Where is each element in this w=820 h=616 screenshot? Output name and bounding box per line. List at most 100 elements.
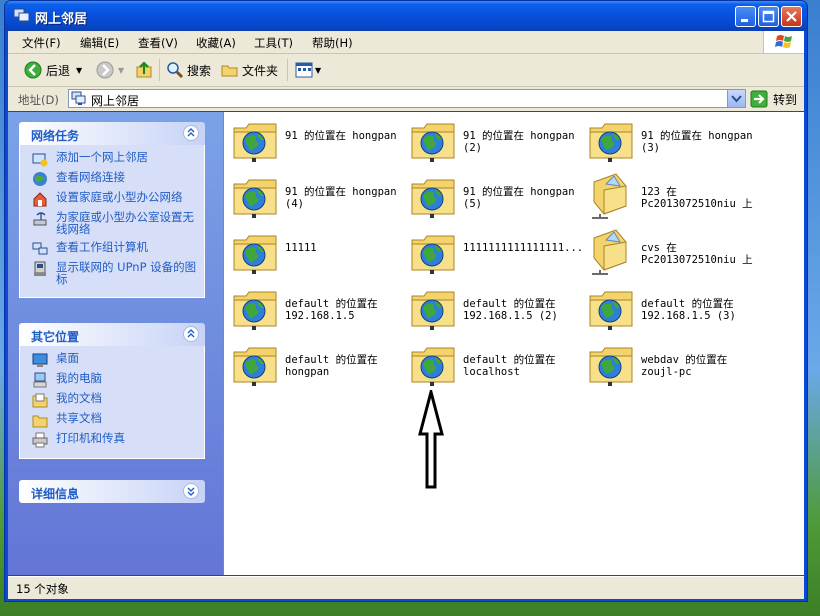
file-item[interactable]: default 的位置在 192.168.1.5 (3) [586,284,761,334]
place-my-documents[interactable]: 我的文档 [20,392,204,408]
back-button[interactable]: 后退 ▼ [24,60,82,80]
folders-label: 文件夹 [242,63,279,78]
task-view-network-connections[interactable]: 查看网络连接 [20,171,204,186]
address-field[interactable]: 网上邻居 [68,89,746,108]
file-item-label: 91 的位置在 hongpan (5) [463,186,581,210]
file-item-label: 123 在 Pc2013072510niu 上 [641,186,753,210]
network-folder-icon [411,235,455,274]
file-item[interactable]: 123 在 Pc2013072510niu 上 [586,172,761,222]
go-arrow-icon [750,90,768,108]
file-item-label: default 的位置在 192.168.1.5 (3) [641,298,740,322]
title-bar[interactable]: 网上邻居 [5,1,807,31]
menu-bar: 文件(F) 编辑(E) 查看(V) 收藏(A) 工具(T) 帮助(H) [8,31,804,54]
other-places-header[interactable]: 其它位置 [19,323,205,346]
file-item-label: 91 的位置在 hongpan (3) [641,130,759,154]
window-title: 网上邻居 [35,12,88,27]
folders-button[interactable]: 文件夹 [221,60,278,80]
file-item[interactable]: 91 的位置在 hongpan (2) [408,116,583,166]
menu-file[interactable]: 文件(F) [22,35,61,51]
chevron-down-icon [187,487,195,496]
network-places-icon [13,8,30,23]
close-button[interactable] [781,6,802,27]
desktop-icon [32,353,48,367]
back-dropdown-icon[interactable]: ▼ [76,66,82,75]
file-item[interactable]: 11111 [230,228,405,278]
menu-help[interactable]: 帮助(H) [312,35,353,51]
back-arrow-icon [24,61,42,79]
task-setup-wireless-network[interactable]: 为家庭或小型办公室设置无线网络 [20,211,204,235]
forward-dropdown-icon[interactable]: ▼ [118,66,124,75]
chevron-down-icon [731,95,742,103]
task-view-workgroup-computers[interactable]: 查看工作组计算机 [20,241,204,255]
menu-favorites[interactable]: 收藏(A) [196,35,236,51]
task-add-network-place[interactable]: 添加一个网上邻居 [20,151,204,167]
menu-view[interactable]: 查看(V) [138,35,178,51]
toolbar: 后退 ▼ ▼ 搜索 文件夹 ▼ [8,54,804,87]
network-folder-icon [589,347,633,386]
file-item[interactable]: cvs 在 Pc2013072510niu 上 [586,228,761,278]
file-item[interactable]: 1111111111111111... [408,228,583,278]
back-label: 后退 [46,63,71,78]
file-item-label: cvs 在 Pc2013072510niu 上 [641,242,753,266]
my-documents-icon [32,393,48,408]
other-places-body: 桌面 我的电脑 我的文档 共享文档 打印机和传真 [19,346,205,459]
place-printers-faxes[interactable]: 打印机和传真 [20,432,204,448]
network-folder-icon [411,291,455,330]
address-label: 地址(D) [18,93,59,107]
file-item[interactable]: 91 的位置在 hongpan (3) [586,116,761,166]
search-button[interactable]: 搜索 [166,60,211,80]
file-item[interactable]: 91 的位置在 hongpan (5) [408,172,583,222]
collapse-button[interactable] [183,125,199,141]
address-dropdown-button[interactable] [727,90,745,107]
chevron-up-icon [187,128,195,137]
task-setup-home-network[interactable]: 设置家庭或小型办公网络 [20,191,204,207]
file-item-label: 91 的位置在 hongpan (2) [463,130,581,154]
go-label: 转到 [773,92,798,107]
up-button[interactable] [135,60,153,80]
file-item-label: default 的位置在 localhost [463,354,562,378]
views-dropdown-icon: ▼ [315,65,322,75]
file-item[interactable]: 91 的位置在 hongpan [230,116,405,166]
go-button[interactable]: 转到 [750,89,797,109]
chevron-up-icon [187,329,195,338]
file-item-label: default 的位置在 192.168.1.5 (2) [463,298,562,322]
file-item-label: 11111 [285,242,317,254]
printer-icon [32,432,48,448]
file-item[interactable]: 91 的位置在 hongpan (4) [230,172,405,222]
file-item[interactable]: default 的位置在 192.168.1.5 [230,284,405,334]
menu-tools[interactable]: 工具(T) [254,35,293,51]
network-tasks-header[interactable]: 网络任务 [19,122,205,145]
network-tasks-body: 添加一个网上邻居 查看网络连接 设置家庭或小型办公网络 为家庭或小型办公室设置无… [19,145,205,298]
network-folder-icon [589,291,633,330]
place-desktop[interactable]: 桌面 [20,352,204,367]
search-icon [167,62,184,79]
collapse-button[interactable] [183,326,199,342]
other-places-panel: 其它位置 桌面 我的电脑 我的文档 共享文档 打印机和传真 [19,323,205,459]
folders-icon [221,65,238,77]
file-item-label: default 的位置在 hongpan [285,354,384,378]
details-header[interactable]: 详细信息 [19,480,205,503]
file-item[interactable]: default 的位置在 localhost [408,340,583,390]
file-item-label: default 的位置在 192.168.1.5 [285,298,384,322]
file-item[interactable]: webdav 的位置在 zoujl-pc [586,340,761,390]
network-tasks-title: 网络任务 [31,129,80,143]
minimize-button[interactable] [735,6,756,27]
task-pane: 网络任务 添加一个网上邻居 查看网络连接 设置家庭或小型办公网络 为家庭或小型办… [8,112,223,575]
network-folder-icon [411,347,455,386]
maximize-button[interactable] [758,6,779,27]
file-item[interactable]: default 的位置在 hongpan [230,340,405,390]
place-shared-documents[interactable]: 共享文档 [20,412,204,428]
minimize-icon [741,19,748,22]
status-text: 15 个对象 [16,582,69,596]
menu-edit[interactable]: 编辑(E) [80,35,119,51]
status-bar: 15 个对象 [8,576,804,599]
expand-button[interactable] [183,483,199,499]
place-my-computer[interactable]: 我的电脑 [20,372,204,388]
network-folder-icon [233,235,277,274]
content-area: 网络任务 添加一个网上邻居 查看网络连接 设置家庭或小型办公网络 为家庭或小型办… [8,112,804,575]
views-button[interactable]: ▼ [295,60,321,80]
file-item[interactable]: default 的位置在 192.168.1.5 (2) [408,284,583,334]
forward-button[interactable]: ▼ [96,60,124,80]
task-show-upnp-icons[interactable]: 显示联网的 UPnP 设备的图标 [20,261,204,285]
my-computer-icon [33,372,47,388]
